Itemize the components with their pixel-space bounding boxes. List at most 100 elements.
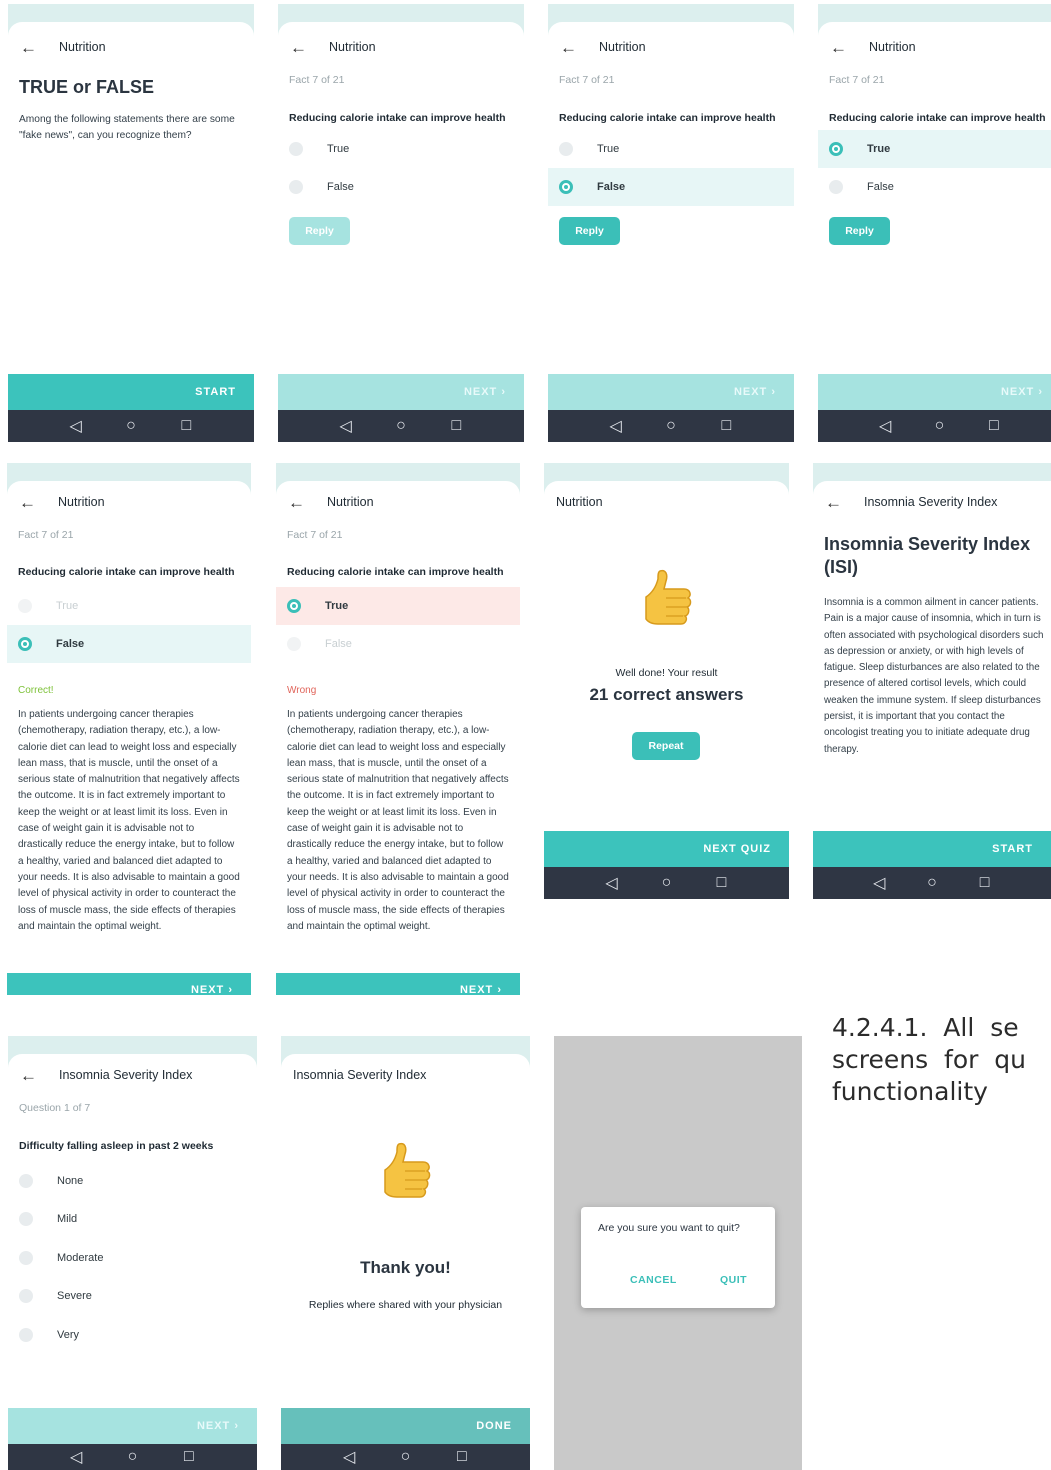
- fact-counter: Fact 7 of 21: [559, 74, 615, 86]
- next-button[interactable]: NEXT ›: [7, 973, 251, 995]
- back-arrow-icon[interactable]: ←: [19, 494, 36, 511]
- option-label: Very: [57, 1329, 80, 1341]
- nav-recent-icon[interactable]: □: [446, 416, 466, 436]
- quit-button[interactable]: QUIT: [720, 1274, 747, 1286]
- option-label: True: [597, 143, 620, 155]
- option-label: False: [597, 181, 626, 193]
- option-true[interactable]: True: [818, 130, 1051, 168]
- nav-home-icon[interactable]: ○: [657, 873, 677, 893]
- option-false[interactable]: False: [278, 168, 524, 206]
- option-false: False: [276, 625, 520, 663]
- screen-title: Nutrition: [327, 495, 374, 509]
- top-bar: ← Insomnia Severity Index: [825, 491, 997, 513]
- done-button[interactable]: DONE: [281, 1408, 530, 1444]
- nav-home-icon[interactable]: ○: [661, 416, 681, 436]
- figure-caption: 4.2.4.1. All se screens for qu functiona…: [832, 1013, 1027, 1106]
- nav-recent-icon[interactable]: □: [176, 416, 196, 436]
- fact-counter: Fact 7 of 21: [18, 529, 74, 541]
- android-nav-bar: ◁ ○ □: [281, 1444, 530, 1470]
- nav-back-icon[interactable]: ◁: [875, 416, 895, 436]
- explanation-text: In patients undergoing cancer therapies …: [18, 709, 240, 932]
- nav-back-icon[interactable]: ◁: [66, 1447, 86, 1467]
- option-none[interactable]: None: [8, 1162, 257, 1200]
- screen-title: Insomnia Severity Index: [59, 1068, 193, 1082]
- nav-back-icon[interactable]: ◁: [869, 873, 889, 893]
- back-arrow-icon[interactable]: ←: [20, 1067, 37, 1084]
- nav-back-icon[interactable]: ◁: [606, 416, 626, 436]
- start-button[interactable]: START: [8, 374, 254, 410]
- option-label: False: [327, 181, 354, 193]
- nav-home-icon[interactable]: ○: [929, 416, 949, 436]
- nav-back-icon[interactable]: ◁: [339, 1447, 359, 1467]
- option-label: True: [56, 600, 79, 612]
- repeat-button[interactable]: Repeat: [632, 732, 700, 760]
- nav-recent-icon[interactable]: □: [984, 416, 1004, 436]
- next-button[interactable]: NEXT ›: [8, 1408, 257, 1444]
- radio-checked-icon: [18, 637, 32, 651]
- screen-title: Nutrition: [869, 40, 916, 54]
- option-moderate[interactable]: Moderate: [8, 1239, 257, 1277]
- screen-title: Nutrition: [59, 40, 106, 54]
- back-arrow-icon[interactable]: ←: [20, 39, 37, 56]
- thumbs-up-icon: [645, 569, 692, 625]
- android-nav-bar: ◁ ○ □: [8, 1444, 257, 1470]
- next-button[interactable]: NEXT ›: [276, 973, 520, 995]
- thank-you-heading: Thank you!: [360, 1258, 451, 1277]
- option-false[interactable]: False: [548, 168, 794, 206]
- fact-counter: Fact 7 of 21: [829, 74, 885, 86]
- nav-home-icon[interactable]: ○: [395, 1447, 415, 1467]
- screen-question-true-selected: ← Nutrition Fact 7 of 21 Reducing calori…: [818, 4, 1051, 442]
- nav-recent-icon[interactable]: □: [716, 416, 736, 436]
- reply-button[interactable]: Reply: [559, 217, 620, 245]
- nav-recent-icon[interactable]: □: [179, 1447, 199, 1467]
- nav-home-icon[interactable]: ○: [121, 416, 141, 436]
- reply-button[interactable]: Reply: [829, 217, 890, 245]
- screen-isi-thank-you: Insomnia Severity Index Thank you! Repli…: [281, 1036, 530, 1470]
- option-true[interactable]: True: [548, 130, 794, 168]
- nav-recent-icon[interactable]: □: [712, 873, 732, 893]
- option-true: True: [276, 587, 520, 625]
- back-arrow-icon[interactable]: ←: [288, 494, 305, 511]
- option-label: True: [325, 600, 349, 612]
- option-mild[interactable]: Mild: [8, 1200, 257, 1238]
- dialog-message: Are you sure you want to quit?: [598, 1222, 740, 1234]
- option-false[interactable]: False: [818, 168, 1051, 206]
- nav-recent-icon[interactable]: □: [975, 873, 995, 893]
- verdict-correct: Correct!: [18, 685, 54, 696]
- next-button[interactable]: NEXT ›: [548, 374, 794, 410]
- android-nav-bar: ◁ ○ □: [548, 410, 794, 442]
- result-score: 21 correct answers: [589, 685, 744, 704]
- nav-home-icon[interactable]: ○: [122, 1447, 142, 1467]
- option-label: Severe: [57, 1290, 92, 1302]
- radio-checked-icon: [559, 180, 573, 194]
- question-text: Reducing calorie intake can improve heal…: [829, 112, 1046, 124]
- next-quiz-button[interactable]: NEXT QUIZ: [544, 831, 789, 867]
- radio-icon: [829, 180, 843, 194]
- next-button[interactable]: NEXT ›: [818, 374, 1051, 410]
- back-arrow-icon[interactable]: ←: [830, 39, 847, 56]
- next-button[interactable]: NEXT ›: [278, 374, 524, 410]
- nav-back-icon[interactable]: ◁: [336, 416, 356, 436]
- option-severe[interactable]: Severe: [8, 1277, 257, 1315]
- nav-home-icon[interactable]: ○: [391, 416, 411, 436]
- quiz-heading: TRUE or FALSE: [19, 77, 155, 97]
- back-arrow-icon[interactable]: ←: [290, 39, 307, 56]
- reply-button[interactable]: Reply: [289, 217, 350, 245]
- option-label: False: [867, 181, 894, 193]
- nav-back-icon[interactable]: ◁: [602, 873, 622, 893]
- nav-home-icon[interactable]: ○: [922, 873, 942, 893]
- radio-checked-icon: [287, 599, 301, 613]
- radio-checked-icon: [829, 142, 843, 156]
- top-bar: Insomnia Severity Index: [293, 1064, 426, 1086]
- option-very[interactable]: Very: [8, 1316, 257, 1354]
- option-true[interactable]: True: [278, 130, 524, 168]
- cancel-button[interactable]: CANCEL: [630, 1274, 677, 1286]
- start-button[interactable]: START: [813, 831, 1051, 867]
- back-arrow-icon[interactable]: ←: [825, 494, 842, 511]
- back-arrow-icon[interactable]: ←: [560, 39, 577, 56]
- thumbs-up-icon: [384, 1142, 431, 1198]
- android-nav-bar: ◁ ○ □: [278, 410, 524, 442]
- option-label: Moderate: [57, 1252, 104, 1264]
- nav-back-icon[interactable]: ◁: [66, 416, 86, 436]
- nav-recent-icon[interactable]: □: [452, 1447, 472, 1467]
